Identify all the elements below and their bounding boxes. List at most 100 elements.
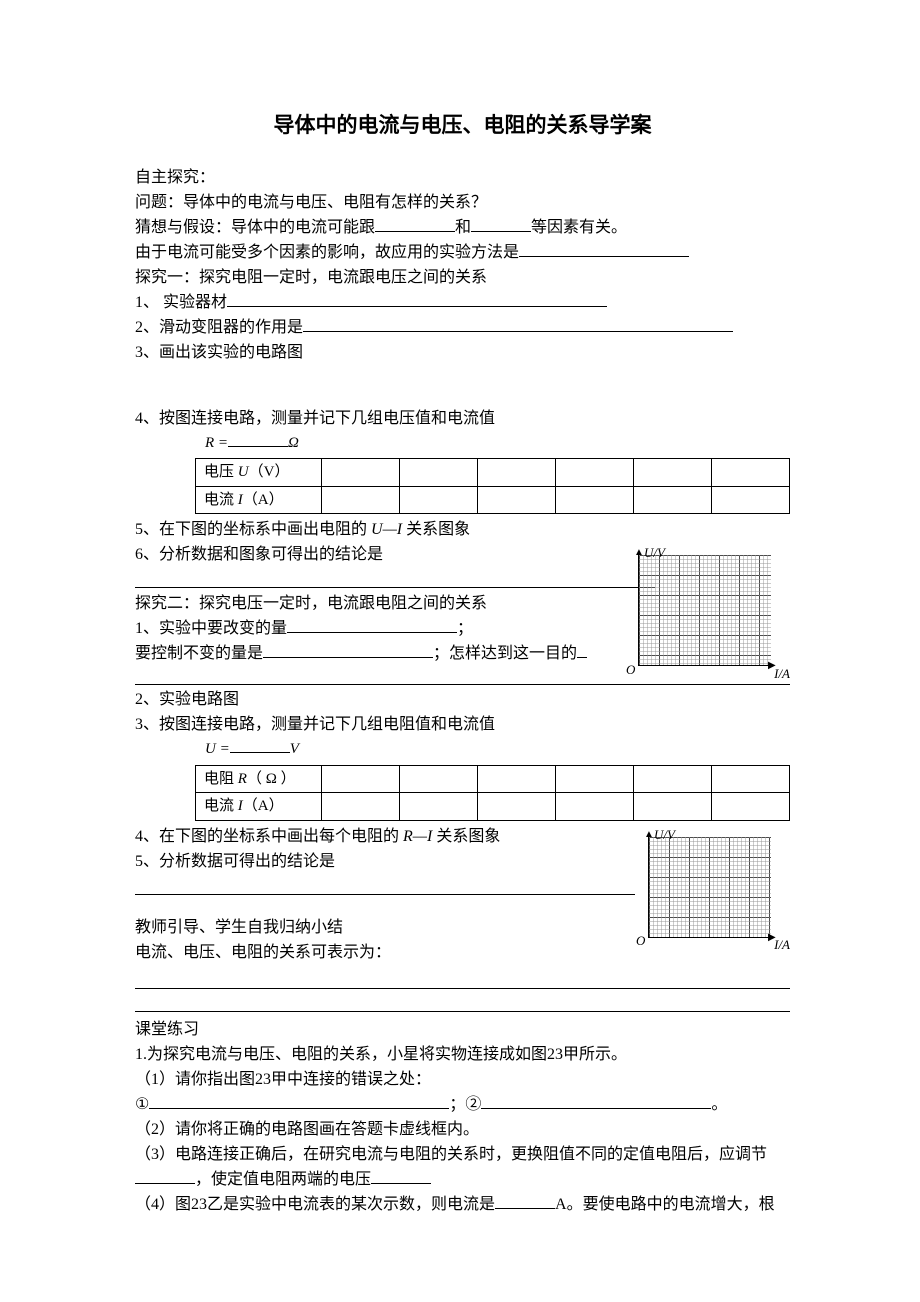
table2-caption: U = V [205,738,790,761]
text: 要控制不变的量是 [135,645,263,662]
row-header: 电流 I（A） [196,486,322,514]
cell[interactable] [633,459,711,487]
page-title: 导体中的电流与电压、电阻的关系导学案 [135,110,790,142]
cell[interactable] [633,486,711,514]
cell[interactable] [321,793,399,821]
var-r: R [238,771,247,787]
text: = [216,741,230,757]
blank[interactable] [135,995,790,1012]
text: （3）电路连接正确后，在研究电流与电阻的关系时，更换阻值不同的定值电阻后，应调节 [135,1146,767,1163]
cell[interactable] [555,459,633,487]
text: 关系图象 [432,828,500,845]
exp1-title: 探究一：探究电阻一定时，电流跟电压之间的关系 [135,266,790,290]
origin-label: O [626,660,635,680]
hypothesis-line: 猜想与假设：导体中的电流可能跟 和 等因素有关。 [135,216,790,240]
chart1: ▲ ▶ U/V I/A O [620,543,790,683]
text: 由于电流可能受多个因素的影响，故应用的实验方法是 [135,244,519,261]
practice-q1-1: （1）请你指出图23甲中连接的错误之处： [135,1068,790,1092]
cell[interactable] [555,486,633,514]
var-u: U [205,741,216,757]
blank[interactable] [519,256,689,257]
text: ① [135,1096,149,1113]
practice-q1-2: （2）请你将正确的电路图画在答题卡虚线框内。 [135,1118,790,1142]
cell[interactable] [477,765,555,793]
text: 。 [711,1096,727,1113]
cell[interactable] [321,486,399,514]
table-row: 电流 I（A） [196,793,790,821]
method-line: 由于电流可能受多个因素的影响，故应用的实验方法是 [135,241,790,265]
exp1-item1: 1、 实验器材 [135,291,790,315]
exp1-item5: 5、在下图的坐标系中画出电阻的 U—I 关系图象 [135,518,790,542]
text: （4）图23乙是实验中电流表的某次示数，则电流是 [135,1196,495,1213]
cell[interactable] [399,459,477,487]
cell[interactable] [477,459,555,487]
text: 5、在下图的坐标系中画出电阻的 [135,521,371,538]
text: 等因素有关。 [531,219,627,236]
cell[interactable] [711,486,789,514]
table2: 电阻 R（ Ω ） 电流 I（A） [195,765,790,821]
blank[interactable] [303,331,733,332]
var-ri: R—I [403,828,432,845]
practice-q1-3b: ，使定值电阻两端的电压 [135,1168,790,1192]
text: ，使定值电阻两端的电压 [195,1171,371,1188]
text: A。要使电路中的电流增大，根 [555,1196,775,1213]
blank[interactable] [375,231,455,232]
cell[interactable] [321,459,399,487]
blank[interactable] [135,1183,195,1184]
blank[interactable] [227,306,607,307]
blank[interactable] [287,632,457,633]
cell[interactable] [399,486,477,514]
exp2-item3: 3、按图连接电路，测量并记下几组电阻值和电流值 [135,713,790,737]
blank[interactable] [135,878,635,895]
text: 电流 [204,492,238,508]
blank[interactable] [577,657,587,658]
cell[interactable] [633,793,711,821]
table1: 电压 U（V） 电流 I（A） [195,458,790,514]
blank[interactable] [135,571,655,588]
practice-q1-4: （4）图23乙是实验中电流表的某次示数，则电流是 A。要使电路中的电流增大，根 [135,1193,790,1217]
cell[interactable] [477,486,555,514]
text: ；② [449,1096,481,1113]
cell[interactable] [399,793,477,821]
cell[interactable] [555,793,633,821]
practice-q1-1-blanks: ① ；② 。 [135,1093,790,1117]
text: 关系图象 [402,521,470,538]
section-intro-heading: 自主探究： [135,166,790,190]
exp1-item3: 3、画出该实验的电路图 [135,341,790,365]
blank[interactable] [495,1208,555,1209]
row-header: 电阻 R（ Ω ） [196,765,322,793]
cell[interactable] [555,765,633,793]
exp2-item2: 2、实验电路图 [135,688,790,712]
text: ； [457,620,473,637]
cell[interactable] [711,459,789,487]
cell[interactable] [321,765,399,793]
blank[interactable] [371,1183,431,1184]
text: 猜想与假设：导体中的电流可能跟 [135,219,375,236]
blank[interactable] [149,1108,449,1109]
x-axis-label: I/A [774,935,790,955]
blank[interactable] [135,972,790,989]
blank[interactable] [263,657,433,658]
table1-caption: R =Ω [205,432,790,455]
cell[interactable] [477,793,555,821]
grid-icon [648,837,771,938]
text: （A） [243,798,284,814]
arrow-up-icon: ▲ [634,545,644,560]
grid-icon [638,555,771,666]
blank[interactable] [228,446,288,447]
blank[interactable] [230,752,290,753]
question-line: 问题：导体中的电流与电压、电阻有怎样的关系？ [135,191,790,215]
cell[interactable] [711,793,789,821]
cell[interactable] [633,765,711,793]
text: （V） [249,464,290,480]
text: 和 [455,219,471,236]
practice-heading: 课堂练习 [135,1018,790,1042]
cell[interactable] [711,765,789,793]
cell[interactable] [399,765,477,793]
table-row: 电压 U（V） [196,459,790,487]
var-u: U [238,464,249,480]
blank[interactable] [481,1108,711,1109]
text: V [290,741,299,757]
blank[interactable] [471,231,531,232]
practice-q1: 1.为探究电流与电压、电阻的关系，小星将实物连接成如图23甲所示。 [135,1043,790,1067]
